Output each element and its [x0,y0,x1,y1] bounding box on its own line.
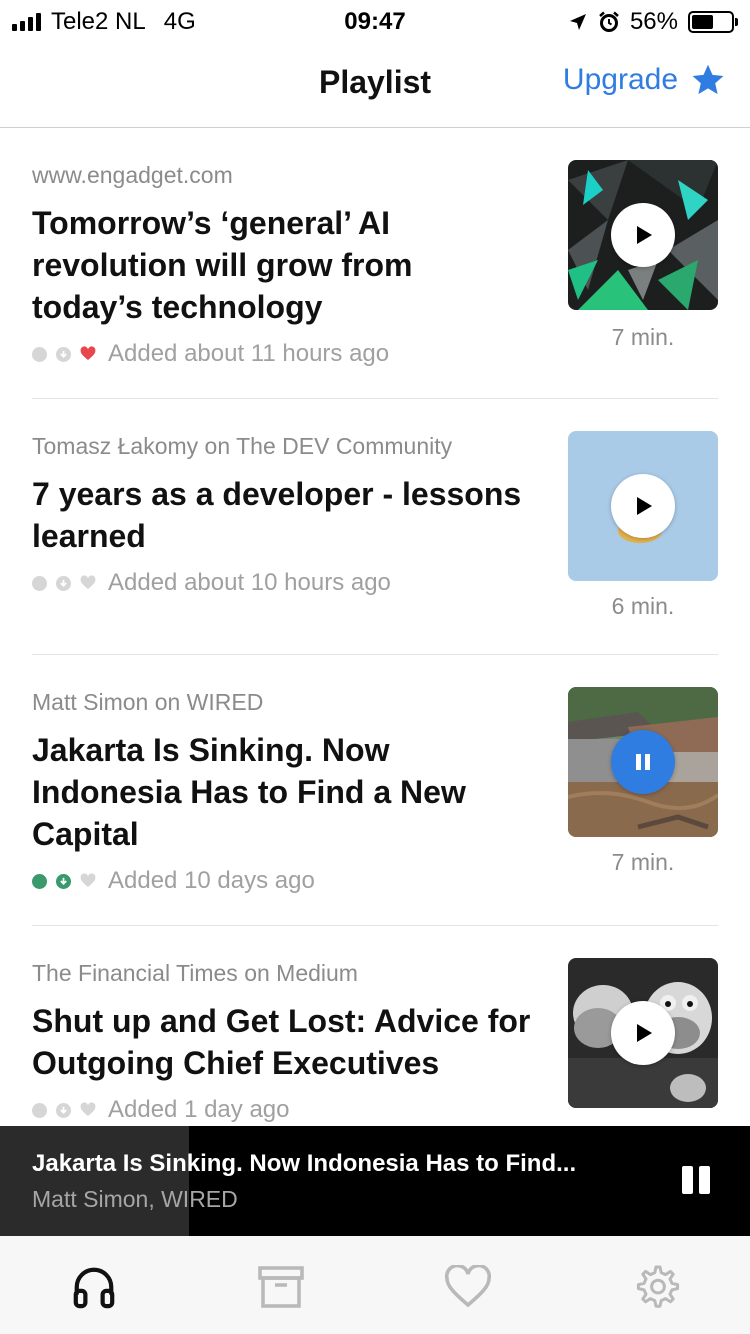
playlist-item[interactable]: Tomasz Łakomy on The DEV Community 7 yea… [32,399,718,655]
playlist-item[interactable]: www.engadget.com Tomorrow’s ‘general’ AI… [32,128,718,399]
tab-playlist[interactable] [64,1262,124,1312]
unread-indicator [32,1102,47,1118]
playlist-item[interactable]: The Financial Times on Medium Shut up an… [32,926,718,1126]
article-duration: 7 min. [611,849,675,875]
star-icon [692,64,724,95]
unread-indicator [32,346,47,362]
location-icon [569,14,586,30]
article-thumbnail[interactable] [568,958,718,1108]
playlist[interactable]: www.engadget.com Tomorrow’s ‘general’ AI… [0,128,750,1126]
article-thumbnail[interactable] [568,687,718,837]
playback-progress [0,1126,189,1236]
article-meta: Added 10 days ago [32,867,315,895]
article-source: Matt Simon on WIRED [32,689,264,715]
tab-settings[interactable] [626,1262,686,1312]
navigation-bar: Playlist Upgrade [0,40,750,128]
article-title[interactable]: Jakarta Is Sinking. Now Indonesia Has to… [32,729,532,855]
download-icon[interactable] [56,575,71,591]
article-meta: Added about 11 hours ago [32,340,389,368]
play-icon [637,497,652,515]
pause-icon [636,754,650,770]
tab-archive[interactable] [251,1262,311,1312]
added-time: Added about 10 hours ago [108,569,391,596]
archive-icon [258,1266,304,1308]
added-time: Added about 11 hours ago [108,340,390,367]
article-duration: 6 min. [611,593,675,619]
upgrade-button[interactable]: Upgrade [563,62,726,98]
added-time: Added 10 days ago [108,867,315,894]
article-title[interactable]: Tomorrow’s ‘general’ AI revolution will … [32,202,532,328]
download-icon[interactable] [56,873,71,889]
article-duration: 7 min. [611,324,675,350]
battery-icon [688,11,738,33]
headphones-icon [73,1267,115,1309]
article-title[interactable]: 7 years as a developer - lessons learned [32,473,532,557]
heart-icon[interactable] [80,575,96,591]
gear-icon [636,1265,680,1308]
now-playing-bar[interactable]: Jakarta Is Sinking. Now Indonesia Has to… [0,1126,750,1236]
battery-percent: 56% [629,8,678,35]
heart-icon[interactable] [80,1102,96,1118]
playlist-item[interactable]: Matt Simon on WIRED Jakarta Is Sinking. … [32,655,718,926]
unread-indicator [32,873,47,889]
article-meta: Added 1 day ago [32,1096,290,1124]
pause-button[interactable] [611,730,675,794]
article-thumbnail[interactable] [568,160,718,310]
now-playing-subtitle: Matt Simon, WIRED [32,1186,238,1212]
now-playing-title: Jakarta Is Sinking. Now Indonesia Has to… [32,1150,577,1177]
heart-icon [444,1265,492,1308]
article-source: Tomasz Łakomy on The DEV Community [32,433,453,459]
article-source: www.engadget.com [32,162,233,188]
heart-icon[interactable] [80,346,96,362]
play-button[interactable] [611,1001,675,1065]
now-playing-pause-button[interactable] [682,1166,712,1196]
download-icon[interactable] [56,346,71,362]
download-icon[interactable] [56,1102,71,1118]
play-icon [637,226,652,244]
heart-icon[interactable] [80,873,96,889]
article-source: The Financial Times on Medium [32,960,358,986]
article-thumbnail[interactable] [568,431,718,581]
play-button[interactable] [611,474,675,538]
play-button[interactable] [611,203,675,267]
play-icon [637,1024,652,1042]
upgrade-label: Upgrade [562,63,678,96]
article-title[interactable]: Shut up and Get Lost: Advice for Outgoin… [32,1000,532,1084]
added-time: Added 1 day ago [108,1096,290,1123]
tab-bar [0,1236,750,1334]
status-bar: Tele2 NL 4G 09:47 56% [0,0,750,40]
alarm-icon [599,11,619,32]
tab-favorites[interactable] [438,1262,498,1312]
article-meta: Added about 10 hours ago [32,569,391,597]
unread-indicator [32,575,47,591]
